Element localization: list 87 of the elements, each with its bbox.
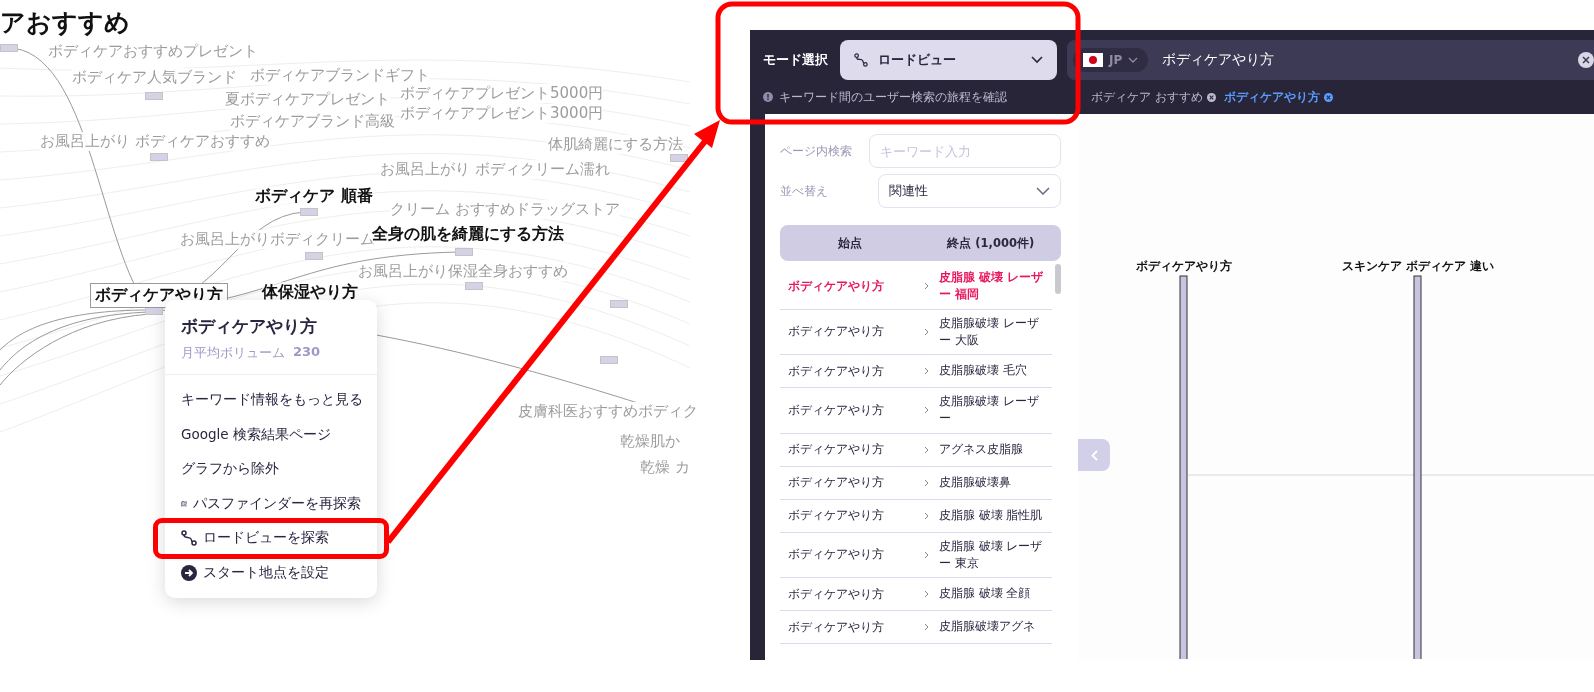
chevron-right-icon [924,511,929,520]
arrow-circle-icon [181,564,197,581]
node-label[interactable]: ボディケア 順番 [255,186,373,207]
chevron-right-icon [924,282,929,291]
menu-item[interactable]: スタート地点を設定 [165,555,377,590]
path-row[interactable]: ボディケアやり方 アグネス皮脂腺 [780,433,1052,467]
route-icon [854,53,868,67]
column-header: 始点 [837,235,864,251]
path-row[interactable]: ボディケアやり方 皮脂腺 破壊 全顔 [780,578,1052,611]
country-select[interactable]: JP [1073,48,1149,72]
info-icon [763,92,773,102]
keyword-label: 乾燥 カ [640,458,690,477]
path-row[interactable]: ボディケアやり方 皮脂腺破壊 毛穴 [780,355,1052,388]
keyword-label: ボディケアプレゼント3000円 [400,104,604,123]
node-marker [465,282,483,290]
graph-title: アおすすめ [0,7,130,39]
keyword-label: ボディケアおすすめプレゼント [48,42,258,61]
keyword-label: お風呂上がり ボディクリーム濡れ [380,160,610,179]
keyword-tag[interactable]: ボディケア おすすめ [1091,89,1216,105]
mode-select[interactable]: ロードビュー [840,40,1057,80]
node-marker [0,44,18,52]
keyword-label: 体肌綺麗にする方法 [548,135,683,154]
keyword-label: 夏ボディケアプレゼント [225,90,390,109]
node-marker [670,154,688,162]
chevron-right-icon [924,623,929,631]
menu-item[interactable]: グラフから除外 [165,452,377,487]
path-node-bar[interactable] [1179,275,1188,659]
collapse-button[interactable] [1078,439,1110,471]
node-marker [300,208,318,216]
chevron-down-icon [1036,187,1050,195]
route-icon [181,530,197,547]
node-marker [305,252,323,260]
chevron-right-icon [924,367,929,375]
menu-item[interactable]: パスファインダーを再探索 [165,486,377,521]
path-row[interactable]: ボディケアやり方 皮脂腺 破壊 レーザー 福岡 [780,264,1052,310]
menu-title: ボディケアやり方 [181,315,318,338]
node-marker [610,300,628,308]
path-node-label: ボディケアやり方 [1136,259,1232,273]
keyword-label: ボディケアブランドギフト [250,66,430,85]
node-marker [150,153,168,161]
chevron-right-icon [924,445,929,454]
search-value: ボディケアやり方 [1162,51,1276,69]
chevron-right-icon [924,550,929,559]
filter-label: ページ内検索 [780,143,853,159]
keyword-label: 乾燥肌か [620,432,680,451]
column-header: 終点 (1,000件) [946,235,1036,251]
search-field[interactable]: JP ボディケアやり方 [1067,40,1594,80]
menu-item[interactable]: キーワード情報をもっと見る [165,383,377,418]
sort-label: 並べ替え [780,183,829,199]
remove-icon[interactable] [1206,92,1216,102]
keyword-label: 皮膚科医おすすめボディク [518,402,698,421]
path-row[interactable]: ボディケアやり方 皮脂腺破壊アグネ [780,611,1052,644]
keyword-label: ボディケアプレゼント5000円 [400,84,604,103]
remove-icon[interactable] [1323,92,1333,102]
chevron-left-icon [1090,449,1098,461]
chevron-right-icon [924,406,929,415]
menu-item[interactable]: ロードビューを探索 [156,521,386,556]
chevron-right-icon [924,478,929,487]
node-marker [455,248,473,256]
node-marker [145,92,163,100]
clear-icon[interactable] [1578,52,1594,68]
menu-item[interactable]: Google 検索結果ページ [165,417,377,452]
keyword-label: ボディケア人気ブランド [72,68,237,87]
hint-text: キーワード間のユーザー検索の旅程を確認 [779,89,1007,105]
node-marker [600,356,618,364]
mode-label: モード選択 [763,51,829,69]
path-row[interactable]: ボディケアやり方 皮脂腺破壊 レーザー [780,388,1052,434]
path-row[interactable]: ボディケアやり方 皮脂腺破壊鼻 [780,466,1052,500]
volume-label: 月平均ボリューム [181,344,285,362]
path-node-label: スキンケア ボディケア 違い [1341,259,1495,273]
chevron-down-icon [1128,57,1139,63]
keyword-tag[interactable]: ボディケアやり方 [1223,89,1333,105]
keyword-label: お風呂上がり ボディケアおすすめ [40,132,270,151]
volume-value: 230 [293,344,321,361]
path-row[interactable]: ボディケアやり方 皮脂腺 破壊 脂性肌 [780,499,1052,533]
path-row[interactable]: ボディケアやり方 皮脂腺破壊 レーザー 大阪 [780,309,1052,355]
keyword-label: クリーム おすすめドラッグストア [390,200,620,219]
flag-icon [1083,53,1103,67]
sort-select[interactable]: 関連性 [878,174,1061,208]
keyword-label: ボディケアブランド高級 [230,112,395,131]
chevron-right-icon [924,590,929,598]
chevron-right-icon [924,327,929,336]
chevron-down-icon [1031,56,1043,64]
path-node-bar[interactable] [1413,275,1422,659]
keyword-label: お風呂上がり保湿全身おすすめ [358,262,568,281]
path-row[interactable]: ボディケアやり方 皮脂腺 破壊 レーザー 東京 [780,532,1052,578]
scrollbar[interactable] [1055,264,1061,294]
